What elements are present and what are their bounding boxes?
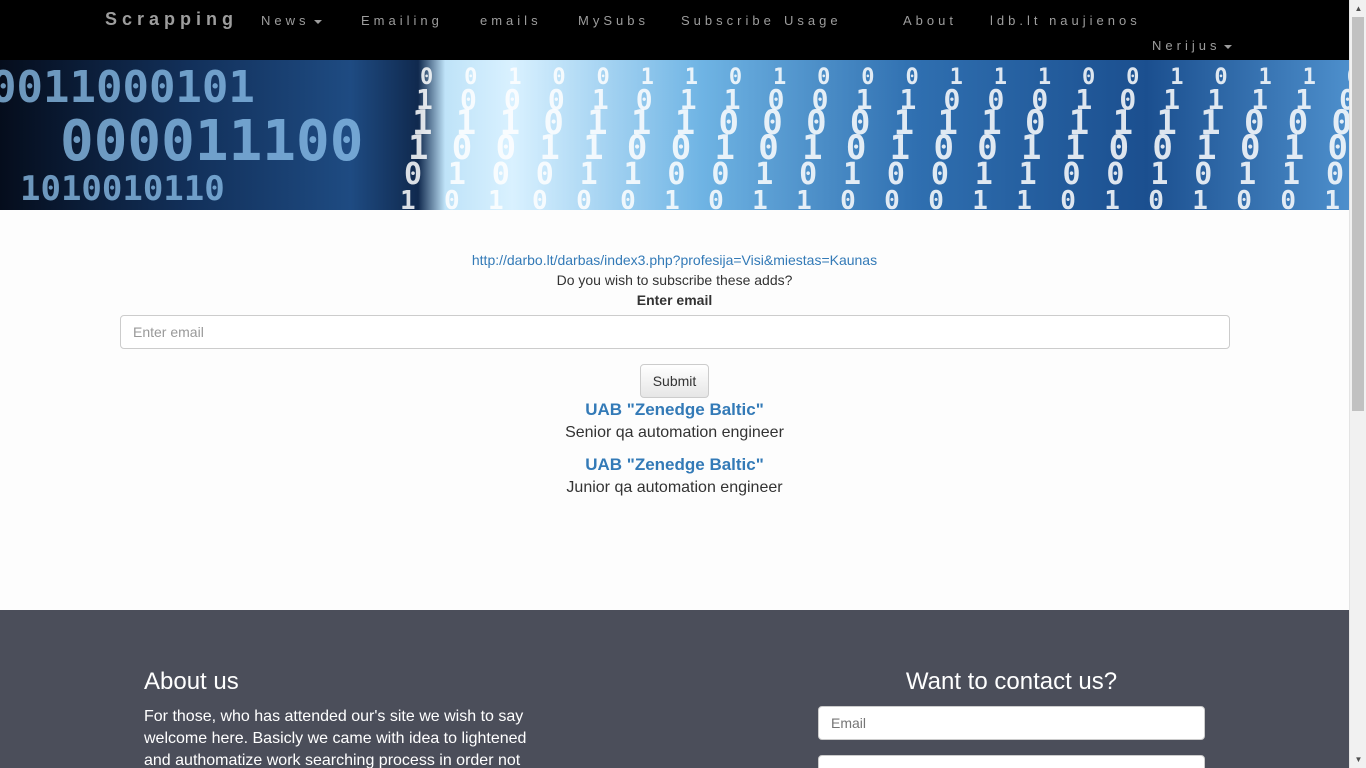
brand-logo[interactable]: Scrapping [105,9,238,30]
top-navbar: Scrapping News Emailing emails MySubs Su… [0,0,1349,60]
binary-banner-graphic: 0011000101000011100101001011000100110100… [0,62,1349,210]
footer: About us For those, who has attended our… [0,610,1349,768]
nav-news-label: News [261,13,310,28]
vertical-scrollbar[interactable]: ▲ ▼ [1349,0,1366,768]
result-position: Junior qa automation engineer [566,479,783,496]
nav-mysubs[interactable]: MySubs [578,13,649,28]
about-us-text: For those, who has attended our's site w… [144,708,527,768]
main-content: http://darbo.lt/darbas/index3.php?profes… [0,210,1349,610]
result-position: Senior qa automation engineer [565,424,784,441]
binary-digits-decoration: 0011000101 [0,62,255,113]
page: Scrapping News Emailing emails MySubs Su… [0,0,1349,768]
user-name: Nerijus [1152,38,1221,53]
email-label: Enter email [636,292,713,308]
subscribe-question: Do you wish to subscribe these adds? [556,272,793,288]
contact-second-input[interactable] [818,755,1205,768]
nav-usage[interactable]: Usage [784,13,842,28]
user-menu-dropdown[interactable]: Nerijus [1152,38,1233,53]
binary-digits-decoration: 1010001011000110101001 [400,186,1340,210]
scroll-down-arrow-icon[interactable]: ▼ [1350,751,1366,768]
source-url-container: http://darbo.lt/darbas/index3.php?profes… [0,252,1349,268]
result-company-link[interactable]: UAB "Zenedge Baltic" [0,455,1349,475]
binary-digits-decoration: 000011100 [60,109,363,174]
nav-news-dropdown[interactable]: News [261,13,322,28]
submit-button[interactable]: Submit [640,364,709,398]
caret-down-icon [313,19,322,24]
nav-emailing[interactable]: Emailing [361,13,443,28]
caret-down-icon [1224,44,1233,49]
contact-heading: Want to contact us? [905,668,1118,695]
contact-email-input[interactable] [818,706,1205,740]
email-input[interactable] [120,315,1230,349]
scroll-thumb[interactable] [1352,17,1364,411]
about-us-heading: About us [144,668,239,695]
nav-emails[interactable]: emails [480,13,542,28]
nav-ldb-naujienos[interactable]: ldb.lt naujienos [990,13,1141,28]
scroll-up-arrow-icon[interactable]: ▲ [1350,0,1366,17]
nav-subscribe[interactable]: Subscribe [681,13,775,28]
binary-digits-decoration: 1010010110 [20,169,225,209]
result-company-link[interactable]: UAB "Zenedge Baltic" [0,400,1349,420]
nav-about[interactable]: About [903,13,957,28]
binary-banner-image: 0011000101 000011100 1010010110 00100110100… [0,60,1349,210]
source-url-link[interactable]: http://darbo.lt/darbas/index3.php?profes… [472,252,877,268]
